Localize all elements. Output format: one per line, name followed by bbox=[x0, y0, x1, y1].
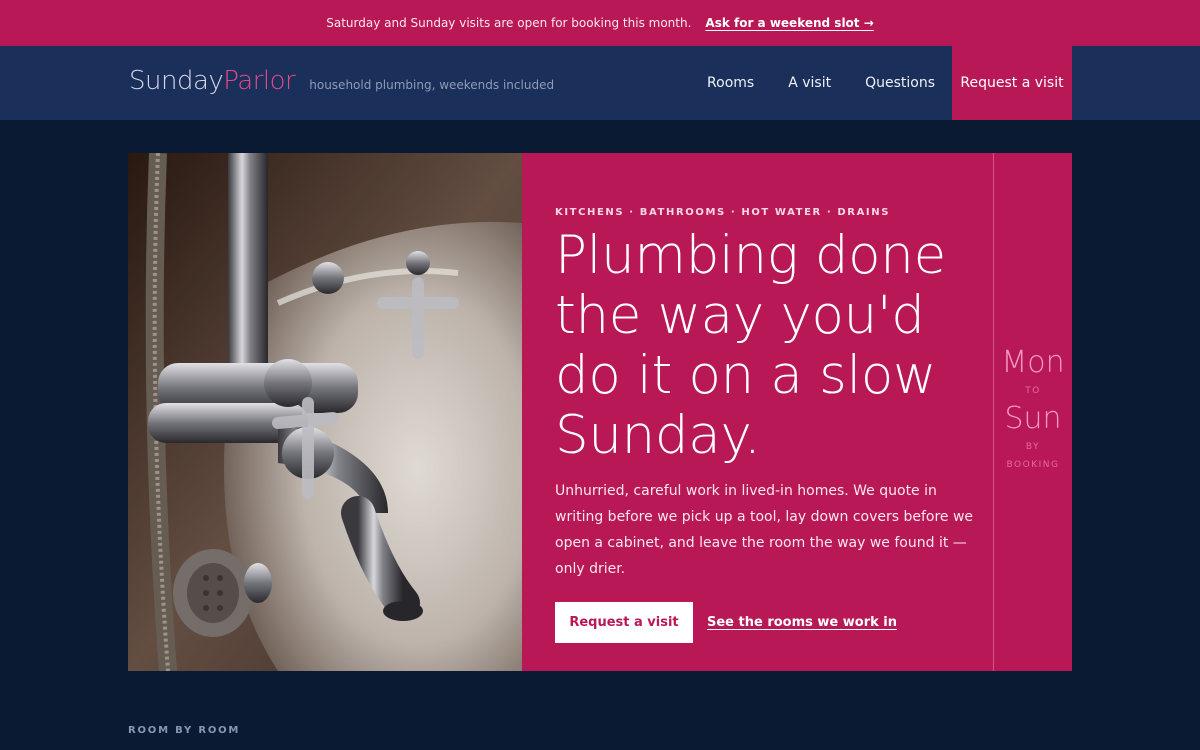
schedule-end-day: Sun bbox=[1004, 401, 1062, 436]
brand-logo[interactable]: Sunday Parlor household plumbing, weeken… bbox=[129, 66, 554, 96]
announcement-bar: Saturday and Sunday visits are open for … bbox=[0, 0, 1200, 46]
main-nav: Rooms A visit Questions Request a visit bbox=[673, 46, 1072, 120]
section-label-room-by-room: ROOM BY ROOM bbox=[128, 725, 241, 736]
hero-panel: KITCHENS · BATHROOMS · HOT WATER · DRAIN… bbox=[522, 153, 993, 671]
request-visit-button[interactable]: Request a visit bbox=[555, 602, 693, 643]
brand-name-second: Parlor bbox=[223, 66, 296, 96]
nav-item-rooms[interactable]: Rooms bbox=[707, 75, 754, 91]
schedule-booking: BOOKING bbox=[1006, 460, 1060, 470]
nav-item-a-visit[interactable]: A visit bbox=[788, 75, 831, 91]
schedule-to: TO bbox=[1025, 386, 1041, 396]
schedule-by: BY bbox=[1025, 442, 1041, 452]
brand-tagline: household plumbing, weekends included bbox=[309, 78, 555, 92]
brand-name-first: Sunday bbox=[129, 66, 224, 96]
faucet-photo bbox=[128, 153, 522, 671]
nav-item-questions[interactable]: Questions bbox=[865, 75, 935, 91]
hero-actions: Request a visit See the rooms we work in bbox=[555, 602, 993, 643]
site-header: Sunday Parlor household plumbing, weeken… bbox=[0, 46, 1200, 120]
schedule-start-day: Mon bbox=[1001, 345, 1065, 380]
hero-section: KITCHENS · BATHROOMS · HOT WATER · DRAIN… bbox=[128, 153, 1072, 671]
weekend-slot-link[interactable]: Ask for a weekend slot → bbox=[705, 16, 873, 30]
announcement-message: Saturday and Sunday visits are open for … bbox=[326, 16, 692, 30]
schedule-sidebar: Mon TO Sun BY BOOKING bbox=[993, 153, 1072, 671]
nav-request-visit-button[interactable]: Request a visit bbox=[952, 46, 1072, 120]
hero-headline: Plumbing done the way you'd do it on a s… bbox=[555, 225, 946, 466]
see-rooms-link[interactable]: See the rooms we work in bbox=[707, 615, 897, 630]
services-eyebrow: KITCHENS · BATHROOMS · HOT WATER · DRAIN… bbox=[555, 207, 891, 218]
hero-description: Unhurried, careful work in lived-in home… bbox=[555, 483, 974, 577]
